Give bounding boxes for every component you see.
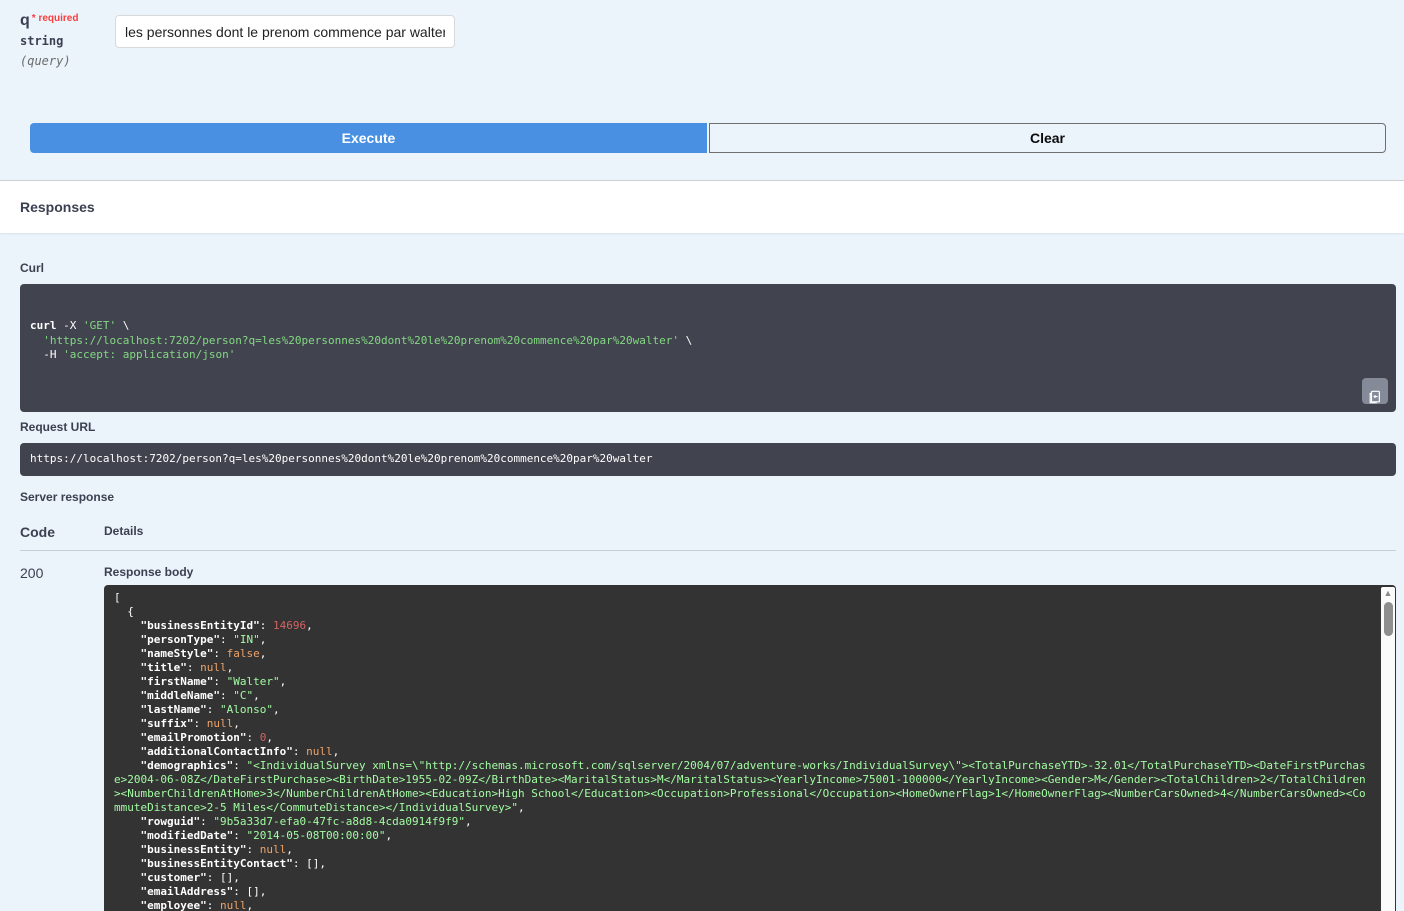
responses-title: Responses [20, 199, 1384, 215]
execute-row: Execute Clear [30, 123, 1386, 153]
responses-header: Responses [0, 180, 1404, 233]
parameter-name-text: q [20, 12, 30, 29]
required-badge: * required [32, 13, 79, 24]
response-body-label: Response body [104, 565, 1396, 579]
copy-curl-button[interactable] [1362, 378, 1388, 404]
curl-command-block: curl -X 'GET' \ 'https://localhost:7202/… [20, 284, 1396, 412]
parameter-meta: q* required string (query) [20, 12, 115, 68]
parameter-location: (query) [20, 54, 115, 68]
parameter-name: q* required [20, 12, 115, 30]
server-response-label: Server response [20, 490, 1396, 504]
query-input[interactable] [115, 15, 455, 48]
response-details: Response body [ { "businessEntityId": 14… [104, 565, 1396, 911]
scroll-up-icon[interactable]: ▲ [1384, 587, 1393, 599]
request-url-value: https://localhost:7202/person?q=les%20pe… [30, 452, 653, 465]
response-body: [ { "businessEntityId": 14696, "personTy… [104, 585, 1396, 911]
scrollbar-thumb[interactable] [1384, 602, 1393, 636]
code-column-header: Code [20, 524, 104, 540]
parameters-section: q* required string (query) [0, 0, 1404, 68]
curl-command: curl -X 'GET' \ 'https://localhost:7202/… [30, 319, 1386, 363]
response-body-scrollbar[interactable]: ▲ ▼ [1381, 587, 1395, 911]
parameter-type: string [20, 34, 115, 48]
response-body-wrap: [ { "businessEntityId": 14696, "personTy… [104, 585, 1396, 911]
execute-button[interactable]: Execute [30, 123, 707, 153]
clear-button[interactable]: Clear [709, 123, 1386, 153]
details-column-header: Details [104, 524, 143, 540]
request-url-label: Request URL [20, 420, 1396, 434]
copy-to-clipboard-icon [1362, 360, 1388, 422]
responses-section: Curl curl -X 'GET' \ 'https://localhost:… [0, 233, 1404, 911]
response-table-header: Code Details [20, 518, 1396, 551]
request-url-block: https://localhost:7202/person?q=les%20pe… [20, 443, 1396, 476]
curl-label: Curl [20, 261, 1396, 275]
status-code: 200 [20, 565, 104, 911]
response-row: 200 Response body [ { "businessEntityId"… [20, 551, 1396, 911]
